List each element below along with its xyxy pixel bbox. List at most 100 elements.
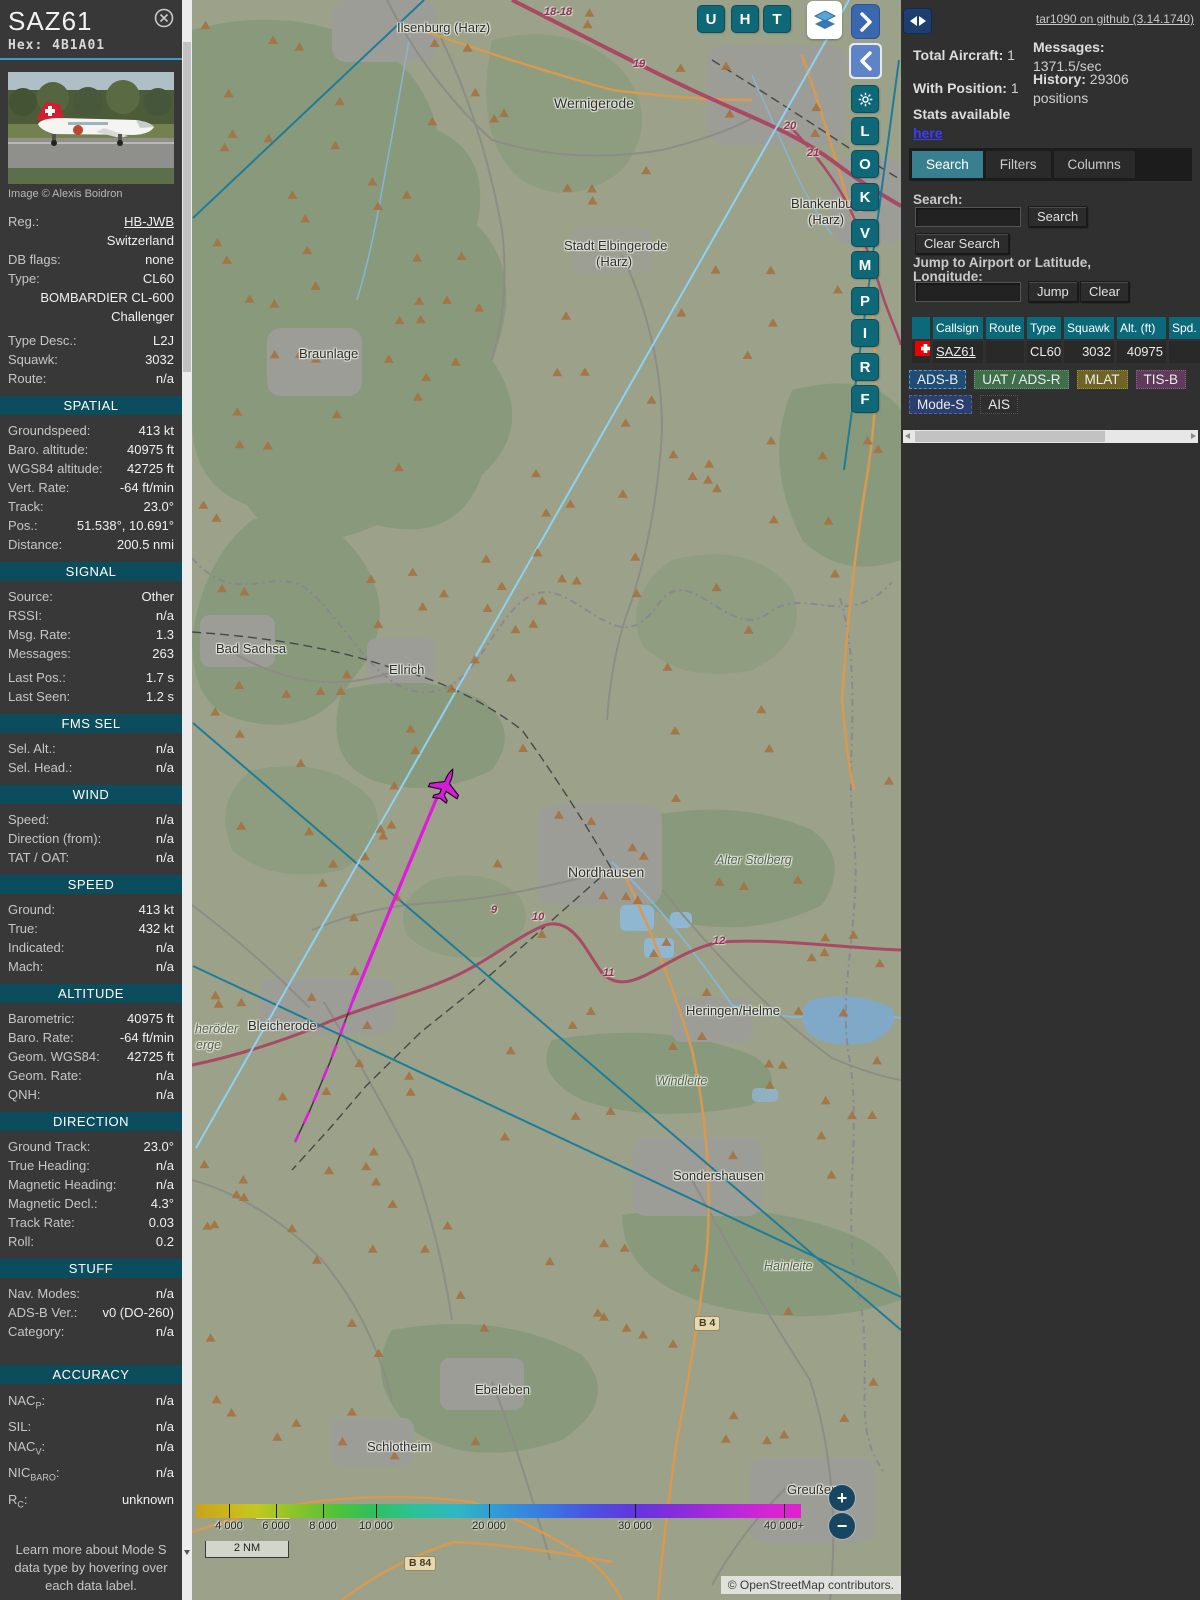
zoom-out-button[interactable]: − <box>829 1513 855 1539</box>
map-button-F[interactable]: F <box>852 386 878 412</box>
stats-here-link[interactable]: here <box>913 125 943 141</box>
data-row: Indicated:n/a <box>8 938 174 957</box>
data-value: 1.3 <box>71 625 174 644</box>
scrollbar-down-arrow-icon[interactable] <box>184 1550 190 1555</box>
data-value: n/a <box>69 848 174 867</box>
table-row[interactable]: SAZ61 CL60303240975 <box>912 339 1200 363</box>
scrollbar-thumb[interactable] <box>183 42 191 372</box>
source-chip-mlat[interactable]: MLAT <box>1077 370 1128 389</box>
map-button-R[interactable]: R <box>852 354 878 380</box>
info-value: none <box>61 250 174 269</box>
peak-icon <box>361 1162 371 1171</box>
map-button-L[interactable]: L <box>852 118 878 144</box>
map-button-I[interactable]: I <box>852 320 878 346</box>
aircraft-info-row: BOMBARDIER CL-600 <box>8 288 174 307</box>
data-label: Vert. Rate: <box>8 478 69 497</box>
map-attribution[interactable]: © OpenStreetMap contributors. <box>721 1576 901 1594</box>
sidebar-expand-button[interactable] <box>852 5 879 38</box>
tab-search[interactable]: Search <box>912 151 983 178</box>
map-button-T[interactable]: T <box>764 6 790 32</box>
map-label: Ebeleben <box>475 1382 530 1397</box>
zoom-in-button[interactable]: + <box>829 1485 855 1511</box>
data-row: Ground Track:23.0° <box>8 1137 174 1156</box>
col-header-Route[interactable]: Route <box>986 317 1024 339</box>
callsign-cell[interactable]: SAZ61 <box>933 341 983 363</box>
clear-search-button[interactable]: Clear Search <box>915 233 1009 254</box>
flag-cell[interactable] <box>912 341 930 363</box>
peak-icon <box>369 1147 379 1156</box>
source-chip-tis-b[interactable]: TIS-B <box>1136 370 1187 389</box>
callsign-link[interactable]: SAZ61 <box>936 344 976 359</box>
source-chip-uat-ads-r[interactable]: UAT / ADS-R <box>974 370 1068 389</box>
data-label: Distance: <box>8 535 62 554</box>
data-value: -64 ft/min <box>74 1028 174 1047</box>
peak-icon <box>847 1111 857 1120</box>
route-cell[interactable] <box>986 341 1024 363</box>
table-horizontal-scrollbar[interactable] <box>903 430 1198 443</box>
peak-icon <box>702 988 712 997</box>
road-number: 21 <box>807 147 819 159</box>
source-chip-ads-b[interactable]: ADS-B <box>909 370 966 389</box>
data-label: QNH: <box>8 1085 41 1104</box>
data-value: 23.0° <box>90 1137 174 1156</box>
data-label: Baro. altitude: <box>8 440 88 459</box>
peak-icon <box>769 515 779 524</box>
map-button-M[interactable]: M <box>852 252 878 278</box>
tab-filters[interactable]: Filters <box>986 151 1051 178</box>
hscroll-thumb[interactable] <box>915 431 1105 442</box>
col-header-Callsign[interactable]: Callsign <box>933 317 983 339</box>
panel-width-toggle-button[interactable] <box>903 8 932 34</box>
section-header: SPEED <box>0 875 182 894</box>
col-header-Alt. (ft)[interactable]: Alt. (ft) <box>1117 317 1166 339</box>
legend-tick <box>276 1504 277 1518</box>
col-header-Squawk[interactable]: Squawk <box>1064 317 1114 339</box>
map-button-O[interactable]: O <box>852 151 878 177</box>
layer-switcher-button[interactable] <box>807 1 842 39</box>
data-row: Ground:413 kt <box>8 900 174 919</box>
data-row: Magnetic Heading:n/a <box>8 1175 174 1194</box>
jump-button[interactable]: Jump <box>1028 281 1078 302</box>
section-signal: SIGNALSource:OtherRSSI:n/aMsg. Rate:1.3M… <box>0 562 182 706</box>
type-cell[interactable]: CL60 <box>1027 341 1061 363</box>
scroll-right-icon[interactable] <box>1191 433 1196 439</box>
peak-icon <box>481 554 491 563</box>
data-label: Last Pos.: <box>8 668 66 687</box>
map-button-U[interactable]: U <box>698 6 724 32</box>
map-button-P[interactable]: P <box>852 288 878 314</box>
spd-cell[interactable] <box>1169 341 1200 363</box>
map-label: Hainleite <box>764 1259 813 1273</box>
jump-input[interactable] <box>915 282 1021 302</box>
search-button[interactable]: Search <box>1028 206 1087 227</box>
close-icon[interactable] <box>154 8 174 28</box>
source-chip-mode-s[interactable]: Mode-S <box>909 395 972 414</box>
col-header-Spd.[interactable]: Spd. <box>1169 317 1200 339</box>
sidebar-collapse-button[interactable] <box>849 43 882 79</box>
search-input[interactable] <box>915 207 1021 227</box>
map[interactable]: Ilsenburg (Harz)WernigerodeStadt Elbinge… <box>192 0 901 1600</box>
map-button-V[interactable]: V <box>852 220 878 246</box>
legend-tick-label: 4 000 <box>215 1520 243 1532</box>
col-header-Type[interactable]: Type <box>1027 317 1061 339</box>
left-panel-scrollbar[interactable] <box>182 0 192 1600</box>
tab-columns[interactable]: Columns <box>1054 151 1135 178</box>
peak-icon <box>537 930 547 939</box>
legend-tick <box>489 1504 490 1518</box>
settings-button[interactable] <box>852 86 878 112</box>
map-button-K[interactable]: K <box>852 184 878 210</box>
aircraft-list-panel: tar1090 on github (3.14.1740) Total Airc… <box>901 0 1200 1600</box>
alt-cell[interactable]: 40975 <box>1117 341 1166 363</box>
squawk-cell[interactable]: 3032 <box>1064 341 1114 363</box>
registration-link[interactable]: HB-JWB <box>39 212 174 231</box>
peak-icon <box>236 998 246 1007</box>
scroll-left-icon[interactable] <box>905 433 910 439</box>
map-label: (Harz) <box>808 212 844 227</box>
data-value: n/a <box>31 1417 174 1436</box>
data-row: Baro. altitude:40975 ft <box>8 440 174 459</box>
data-row: WGS84 altitude:42725 ft <box>8 459 174 478</box>
col-header-flag[interactable] <box>912 317 930 339</box>
map-label: Windleite <box>656 1074 707 1088</box>
github-version-link[interactable]: tar1090 on github (3.14.1740) <box>1036 12 1194 26</box>
map-button-H[interactable]: H <box>732 6 758 32</box>
jump-clear-button[interactable]: Clear <box>1080 281 1129 302</box>
source-chip-ais[interactable]: AIS <box>980 395 1018 414</box>
